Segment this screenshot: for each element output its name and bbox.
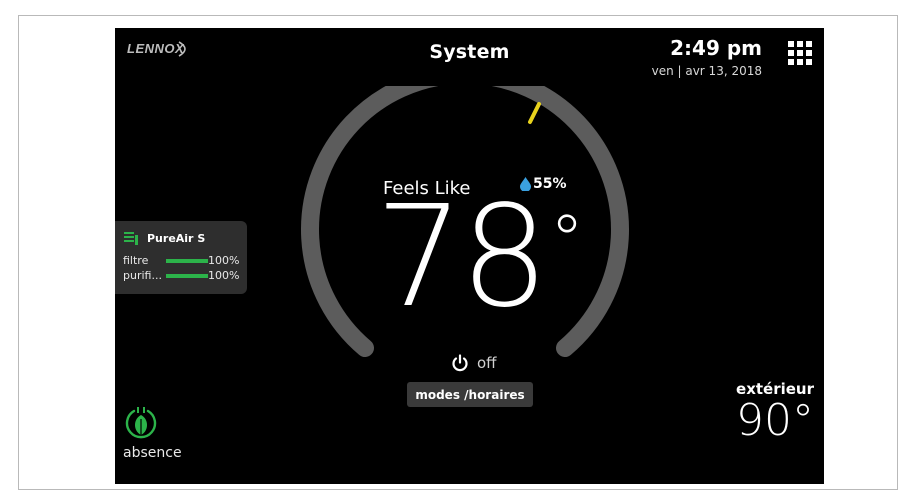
- outdoor-temperature: 90°: [736, 395, 814, 446]
- clock-time: 2:49 pm: [670, 36, 762, 60]
- eco-leaf-icon: [125, 407, 157, 439]
- purifier-percent: 100%: [208, 269, 240, 282]
- away-mode-button[interactable]: absence: [123, 405, 203, 461]
- power-icon: [452, 354, 468, 372]
- thermostat-screen: LENNOX System 2:49 pm ven | avr 13, 2018…: [115, 28, 824, 484]
- air-purifier-icon: [124, 232, 138, 245]
- purifier-level-bar: [166, 273, 208, 278]
- grid-menu-icon[interactable]: [788, 39, 812, 77]
- temperature-degree-symbol: °: [550, 201, 584, 280]
- power-status: off: [477, 354, 497, 372]
- pureair-panel[interactable]: PureAir S filtre 100% purifi... 100%: [115, 221, 247, 294]
- filter-percent: 100%: [208, 254, 240, 267]
- setpoint-marker[interactable]: [528, 102, 541, 124]
- indoor-temperature: 78: [374, 176, 549, 339]
- pureair-header: PureAir S: [124, 232, 205, 245]
- purifier-label: purifi...: [123, 269, 162, 282]
- pureair-purifier-row: purifi... 100%: [123, 269, 239, 282]
- clock-date: ven | avr 13, 2018: [651, 64, 762, 78]
- modes-schedules-button[interactable]: modes /horaires: [407, 382, 533, 407]
- away-label: absence: [123, 445, 182, 461]
- filter-label: filtre: [123, 254, 149, 267]
- pureair-filter-row: filtre 100%: [123, 254, 239, 267]
- pureair-name: PureAir S: [147, 232, 206, 245]
- filter-level-bar: [166, 258, 208, 263]
- power-toggle[interactable]: off: [451, 354, 497, 372]
